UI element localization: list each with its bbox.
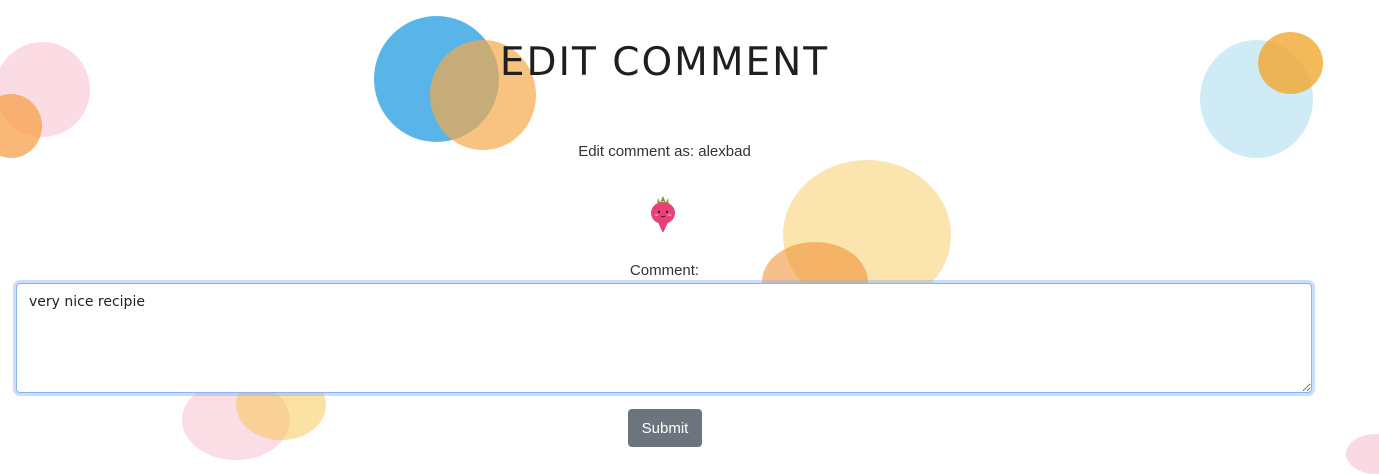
comment-label: Comment:: [629, 262, 700, 279]
decor-blob-pink-corner: [1346, 434, 1379, 474]
radish-mascot-icon: [648, 194, 678, 234]
edit-as-username: Edit comment as: alexbad: [578, 143, 751, 160]
comment-textarea[interactable]: very nice recipie: [16, 283, 1312, 393]
page-title: EDIT COMMENT: [499, 40, 830, 85]
submit-button[interactable]: Submit: [628, 409, 702, 447]
